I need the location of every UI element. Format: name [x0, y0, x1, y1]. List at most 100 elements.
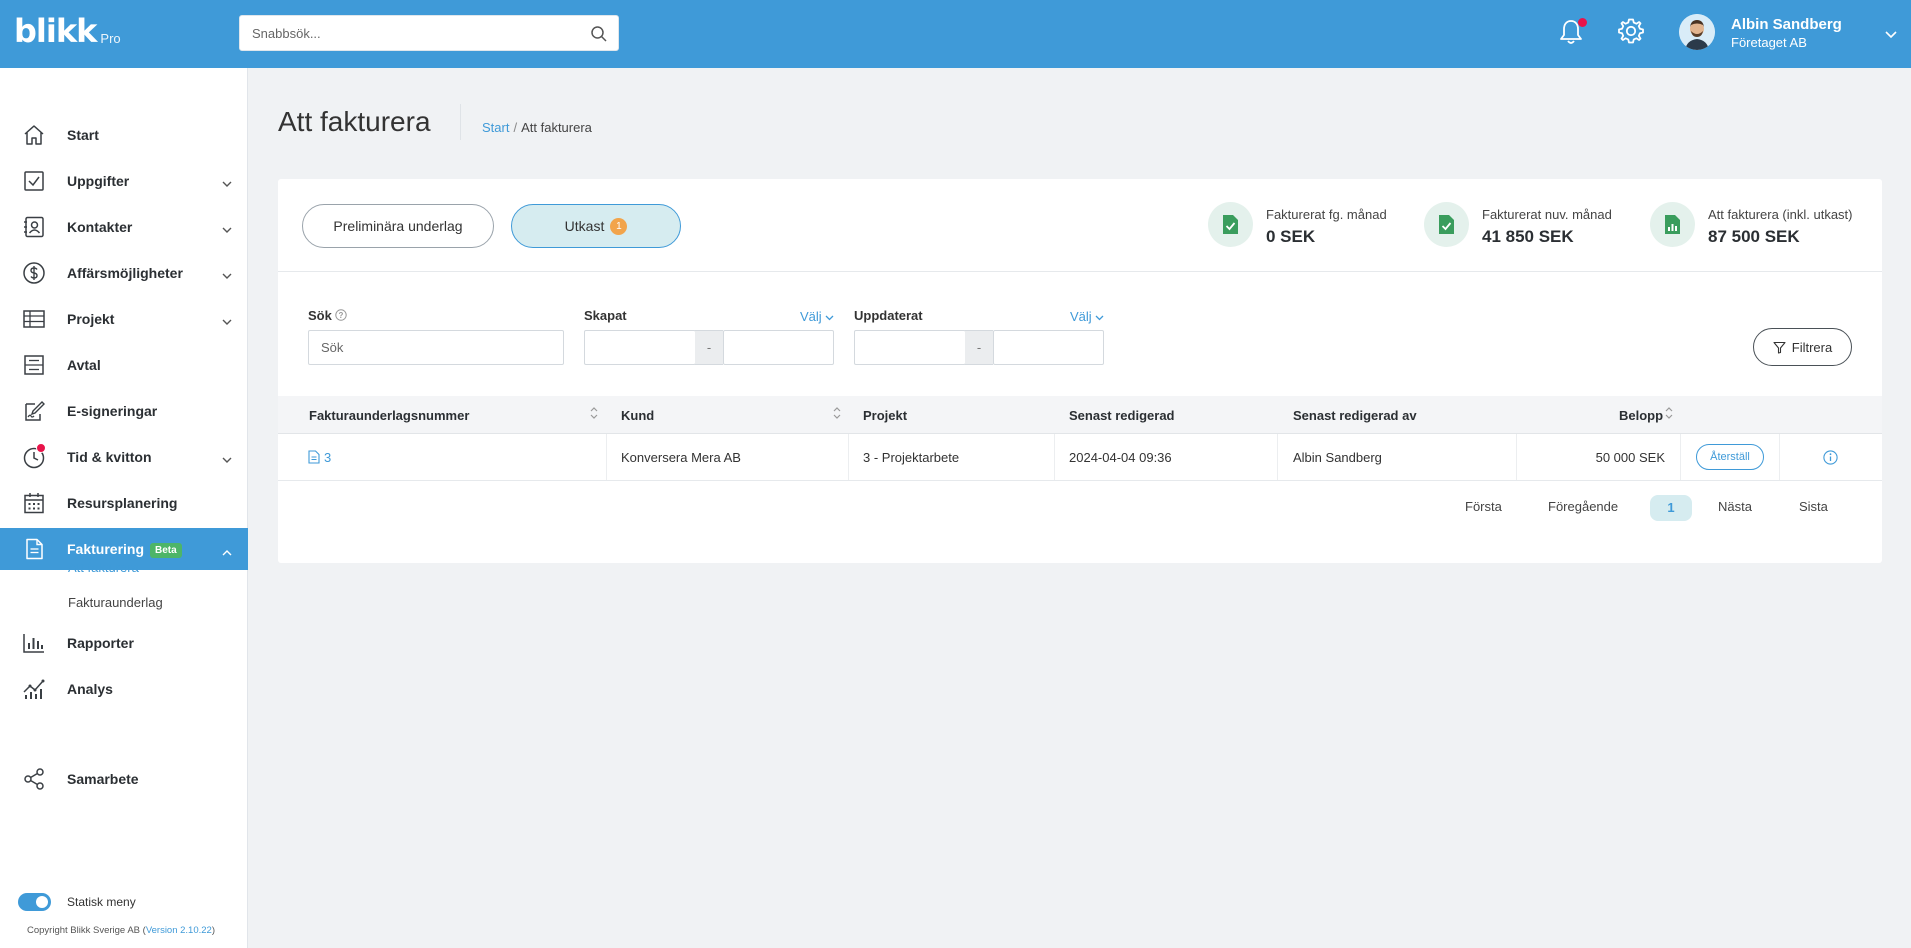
stat-value: 0 SEK	[1266, 227, 1316, 246]
column-header-edited: Senast redigerad	[1069, 408, 1175, 423]
svg-text:?: ?	[339, 311, 344, 320]
settings-gear-icon[interactable]	[1617, 17, 1645, 48]
pagination-last[interactable]: Sista	[1799, 499, 1828, 514]
sidebar-item-e-signeringar[interactable]: E-signeringar	[0, 390, 248, 432]
sidebar-item-label: Fakturering	[67, 541, 145, 557]
stat-icon-circle	[1208, 202, 1253, 247]
subnav-fakturaunderlag[interactable]: Fakturaunderlag	[68, 595, 163, 610]
clock-icon	[22, 443, 46, 469]
created-from-input[interactable]	[584, 330, 696, 365]
cell-project: 3 - Projektarbete	[863, 450, 960, 465]
pagination-next[interactable]: Nästa	[1718, 499, 1752, 514]
breadcrumb-current: Att fakturera	[521, 120, 592, 135]
choose-label: Välj	[800, 309, 822, 324]
share-icon	[22, 767, 46, 791]
sidebar-item-label: Analys	[67, 681, 113, 697]
chevron-down-icon	[825, 315, 834, 321]
chevron-down-icon	[222, 175, 232, 191]
column-header-number[interactable]: Fakturaunderlagsnummer	[309, 408, 469, 423]
sort-icon[interactable]	[590, 406, 598, 423]
updated-from-input[interactable]	[854, 330, 966, 365]
sidebar: Start Uppgifter Kontakter Affärsmöjlighe…	[0, 68, 248, 948]
updated-to-input[interactable]	[993, 330, 1104, 365]
contract-icon	[22, 353, 46, 377]
sidebar-item-analys[interactable]: Analys	[0, 668, 248, 710]
version-link[interactable]: Version 2.10.22	[146, 925, 212, 936]
cell-divider	[1779, 434, 1780, 480]
created-range-separator: -	[695, 330, 723, 365]
search-filter-input[interactable]	[308, 330, 564, 365]
updated-choose-dropdown[interactable]: Välj	[1070, 309, 1104, 324]
sidebar-item-affarsmojligheter[interactable]: Affärsmöjligheter	[0, 252, 248, 294]
pagination-first[interactable]: Första	[1465, 499, 1502, 514]
signature-icon	[22, 399, 46, 423]
notifications-bell-icon[interactable]	[1558, 18, 1587, 49]
created-to-input[interactable]	[723, 330, 834, 365]
pagination-previous[interactable]: Föregående	[1548, 499, 1618, 514]
document-check-icon	[1439, 215, 1454, 234]
quick-search[interactable]	[239, 15, 619, 51]
subnav-att-fakturera[interactable]: Att fakturera	[68, 560, 139, 575]
cell-divider	[1516, 434, 1517, 480]
sort-icon[interactable]	[1665, 406, 1673, 423]
calendar-icon	[22, 491, 46, 515]
reset-button[interactable]: Återställ	[1696, 444, 1764, 470]
table-header: Fakturaunderlagsnummer Kund Projekt Sena…	[278, 396, 1882, 434]
cell-amount: 50 000 SEK	[1595, 450, 1665, 465]
chevron-down-icon[interactable]	[1885, 26, 1897, 42]
search-icon[interactable]	[590, 25, 608, 46]
cell-divider	[1277, 434, 1278, 480]
bar-chart-icon	[22, 631, 46, 655]
document-icon	[308, 450, 320, 464]
tab-label: Utkast	[564, 218, 605, 234]
updated-range-separator: -	[965, 330, 993, 365]
breadcrumb: Start / Att fakturera	[482, 120, 592, 135]
pagination-current-page[interactable]: 1	[1650, 495, 1692, 521]
created-choose-dropdown[interactable]: Välj	[800, 309, 834, 324]
sidebar-item-start[interactable]: Start	[0, 114, 248, 156]
filter-button[interactable]: Filtrera	[1753, 328, 1852, 366]
help-icon[interactable]: ?	[335, 308, 348, 323]
info-icon[interactable]	[1823, 450, 1838, 468]
copyright-text: Copyright Blikk Sverige AB (Version 2.10…	[27, 925, 216, 936]
column-header-amount[interactable]: Belopp	[1619, 408, 1663, 423]
breadcrumb-start-link[interactable]: Start	[482, 120, 509, 135]
static-menu-label: Statisk meny	[67, 895, 136, 909]
stat-label: Fakturerat fg. månad	[1266, 207, 1387, 222]
title-divider	[460, 104, 461, 140]
user-name[interactable]: Albin Sandberg	[1731, 16, 1842, 33]
sidebar-item-uppgifter[interactable]: Uppgifter	[0, 160, 248, 202]
beta-badge: Beta	[150, 543, 182, 558]
invoice-number-link[interactable]: 3	[308, 450, 331, 465]
sidebar-item-resursplanering[interactable]: Resursplanering	[0, 482, 248, 524]
document-check-icon	[1223, 215, 1238, 234]
chevron-down-icon	[222, 221, 232, 237]
tab-utkast[interactable]: Utkast 1	[511, 204, 681, 248]
home-icon	[22, 123, 46, 147]
sidebar-item-rapporter[interactable]: Rapporter	[0, 622, 248, 664]
updated-filter-label: Uppdaterat	[854, 308, 923, 323]
blikk-logo[interactable]: blikk Pro	[14, 14, 121, 48]
user-avatar[interactable]	[1679, 14, 1715, 50]
notification-dot	[1578, 18, 1587, 27]
sidebar-item-tid-kvitton[interactable]: Tid & kvitton	[0, 436, 248, 478]
document-chart-icon	[1665, 215, 1680, 234]
static-menu-toggle[interactable]	[18, 893, 51, 911]
stat-icon-circle	[1650, 202, 1695, 247]
sidebar-item-kontakter[interactable]: Kontakter	[0, 206, 248, 248]
stat-label: Fakturerat nuv. månad	[1482, 207, 1612, 222]
utkast-count-badge: 1	[610, 217, 628, 235]
column-header-customer[interactable]: Kund	[621, 408, 654, 423]
stat-value: 41 850 SEK	[1482, 227, 1574, 246]
sidebar-item-projekt[interactable]: Projekt	[0, 298, 248, 340]
sidebar-item-label: Resursplanering	[67, 495, 178, 511]
sort-icon[interactable]	[833, 406, 841, 423]
cell-divider	[848, 434, 849, 480]
tab-preliminara-underlag[interactable]: Preliminära underlag	[302, 204, 494, 248]
sidebar-item-avtal[interactable]: Avtal	[0, 344, 248, 386]
quick-search-input[interactable]	[240, 16, 570, 50]
chevron-down-icon	[222, 313, 232, 329]
breadcrumb-separator: /	[513, 120, 518, 135]
table-row[interactable]: 3 Konversera Mera AB 3 - Projektarbete 2…	[278, 434, 1882, 481]
sidebar-item-samarbete[interactable]: Samarbete	[0, 758, 248, 800]
